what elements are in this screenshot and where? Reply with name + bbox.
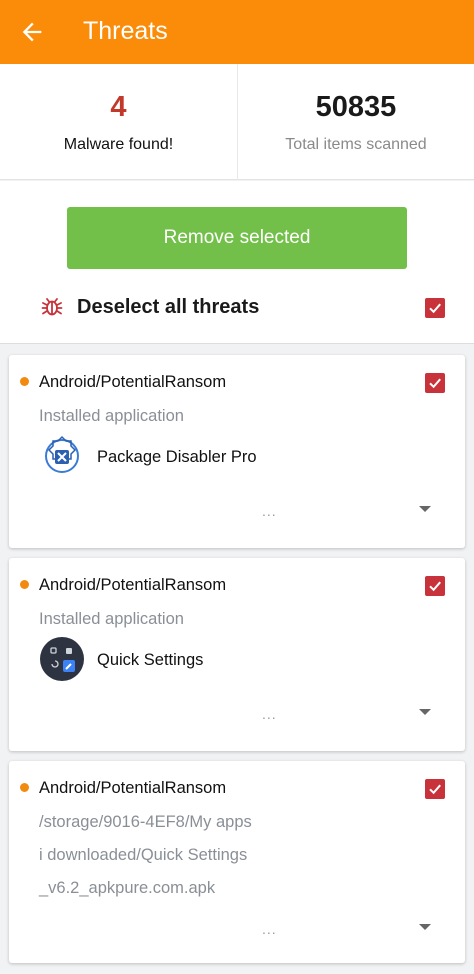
threat-name: Android/PotentialRansom xyxy=(39,373,227,391)
deselect-all-label[interactable]: Deselect all threats xyxy=(77,296,259,319)
malware-found-stat: 4 Malware found! xyxy=(0,64,237,180)
severity-dot xyxy=(20,580,29,589)
threat-path-line: i downloaded/Quick Settings xyxy=(39,846,248,864)
threat-checkbox[interactable] xyxy=(425,779,445,799)
items-scanned-stat: 50835 Total items scanned xyxy=(237,64,474,180)
severity-dot xyxy=(20,377,29,386)
threat-checkbox[interactable] xyxy=(425,373,445,393)
threat-source: Installed application xyxy=(39,610,184,628)
deselect-all-checkbox[interactable] xyxy=(425,298,445,318)
scanned-count: 50835 xyxy=(315,91,397,123)
remove-selected-button[interactable]: Remove selected xyxy=(67,207,407,269)
quick-settings-icon xyxy=(40,637,84,681)
threat-name: Android/PotentialRansom xyxy=(39,779,227,797)
more-details[interactable]: ... xyxy=(262,921,277,937)
bug-icon xyxy=(41,298,63,316)
more-details[interactable]: ... xyxy=(262,503,277,519)
more-details[interactable]: ... xyxy=(262,706,277,722)
threat-source: Installed application xyxy=(39,407,184,425)
threat-card[interactable]: Android/PotentialRansom Installed applic… xyxy=(9,558,465,751)
package-disabler-icon xyxy=(45,435,79,473)
threat-card[interactable]: Android/PotentialRansom /storage/9016-4E… xyxy=(9,761,465,963)
malware-count: 4 xyxy=(110,91,127,123)
arrow-left-icon[interactable] xyxy=(18,18,46,46)
chevron-down-icon[interactable] xyxy=(419,924,431,930)
chevron-down-icon[interactable] xyxy=(419,506,431,512)
page-title: Threats xyxy=(83,17,168,45)
scan-summary: 4 Malware found! 50835 Total items scann… xyxy=(0,64,474,180)
scanned-label: Total items scanned xyxy=(285,136,427,153)
malware-label: Malware found! xyxy=(63,136,174,153)
threat-path-line: _v6.2_apkpure.com.apk xyxy=(39,879,216,897)
chevron-down-icon[interactable] xyxy=(419,709,431,715)
actions-panel: Remove selected Deselect all threats xyxy=(0,181,474,344)
severity-dot xyxy=(20,783,29,792)
threat-path-line: /storage/9016-4EF8/My apps xyxy=(39,813,252,831)
threat-card[interactable]: Android/PotentialRansom Installed applic… xyxy=(9,355,465,548)
threat-name: Android/PotentialRansom xyxy=(39,576,227,594)
app-name: Quick Settings xyxy=(97,651,204,669)
app-name: Package Disabler Pro xyxy=(97,448,257,466)
app-bar: Threats xyxy=(0,0,474,64)
threat-checkbox[interactable] xyxy=(425,576,445,596)
